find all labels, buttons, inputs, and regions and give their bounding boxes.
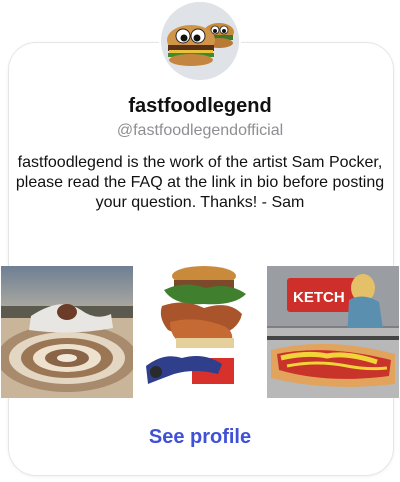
see-profile-link[interactable]: See profile xyxy=(0,426,400,449)
display-name: fastfoodlegend xyxy=(128,95,272,117)
post-thumbnail-3[interactable]: KETCH xyxy=(267,266,399,398)
avatar[interactable] xyxy=(161,2,239,80)
ketchup-hotdog-image: KETCH xyxy=(267,266,399,398)
avatar-frame xyxy=(159,0,241,82)
burger-tower-image xyxy=(134,266,266,398)
burger-googly-eyes-icon xyxy=(161,2,239,80)
post-thumbnail-1[interactable] xyxy=(1,266,133,398)
swirl-food-image xyxy=(1,266,133,398)
post-thumbnail-2[interactable] xyxy=(134,266,266,398)
ketchup-sign-text: KETCH xyxy=(293,289,345,306)
username-handle: @fastfoodlegendofficial xyxy=(116,122,284,139)
bio-text: fastfoodlegend is the work of the artist… xyxy=(15,154,385,211)
